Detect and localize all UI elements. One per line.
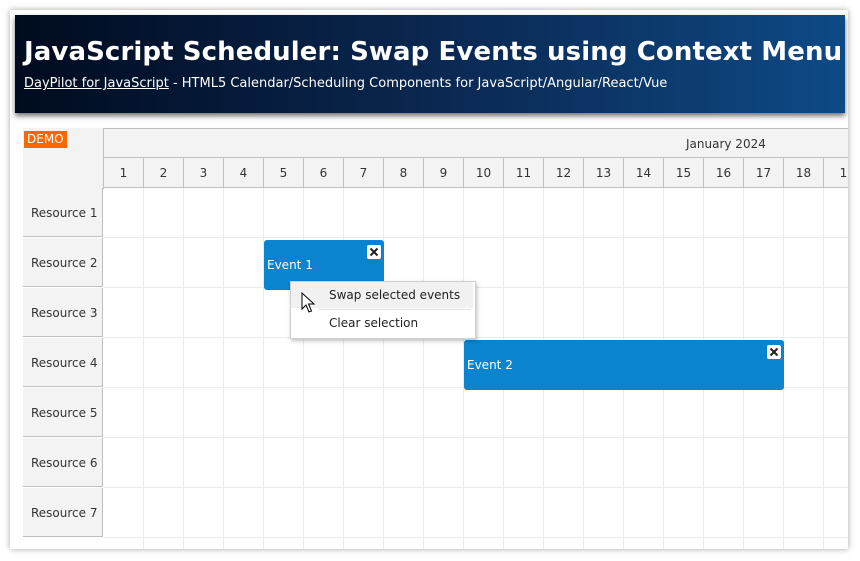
grid-column-line [823,188,824,549]
day-header-cell: 1 [824,158,848,187]
resource-row-header: Resource 7 [23,488,103,537]
resource-row-header: Resource 2 [23,238,103,287]
day-header-cell: 9 [424,158,464,187]
day-header-cell: 13 [584,158,624,187]
event-label: Event 1 [267,258,313,272]
app-frame: JavaScript Scheduler: Swap Events using … [10,10,848,549]
day-header-cell: 4 [224,158,264,187]
resource-row-header: Resource 4 [23,338,103,387]
time-header: January 2024 1 2 3 4 5 6 7 8 9 10 11 12 13 14 15 16 17 18… [104,128,848,188]
grid-column-line [423,188,424,549]
demo-badge: DEMO [24,131,67,148]
resource-row-header: Resource 1 [23,188,103,237]
grid-row-line [104,487,848,488]
event-2[interactable]: Event 2 [464,340,784,390]
grid-row-line [104,337,848,338]
day-header-cell: 16 [704,158,744,187]
day-header-cell: 5 [264,158,304,187]
event-label: Event 2 [467,358,513,372]
month-label: January 2024 [686,137,766,151]
day-header-cell: 2 [144,158,184,187]
grid-row-line [104,237,848,238]
resource-row-header: Resource 3 [23,288,103,337]
day-header-cell: 12 [544,158,584,187]
menu-item-clear-selection[interactable]: Clear selection [291,310,473,336]
resource-row-header: Resource 5 [23,388,103,437]
page-header: JavaScript Scheduler: Swap Events using … [15,15,845,113]
grid-row-line [104,437,848,438]
day-header-cell: 11 [504,158,544,187]
day-header-cell: 6 [304,158,344,187]
day-header-cell: 7 [344,158,384,187]
resource-row-header: Resource 6 [23,438,103,487]
day-header-cell: 14 [624,158,664,187]
grid-column-line [223,188,224,549]
grid-column-line [183,188,184,549]
close-icon[interactable] [767,345,781,359]
grid-column-line [143,188,144,549]
daypilot-link[interactable]: DayPilot for JavaScript [24,76,169,91]
day-header-cell: 8 [384,158,424,187]
day-header-cell: 17 [744,158,784,187]
page-subtitle: DayPilot for JavaScript - HTML5 Calendar… [24,76,667,91]
grid-row-line [104,537,848,538]
scheduler-corner: DEMO [23,128,104,189]
day-header-cell: 10 [464,158,504,187]
day-header-cell: 18 [784,158,824,187]
menu-item-swap-selected-events[interactable]: Swap selected events [291,282,473,308]
day-header-cell: 15 [664,158,704,187]
subtitle-text: - HTML5 Calendar/Scheduling Components f… [168,76,668,91]
mouse-pointer-icon [301,292,316,313]
month-header-row: January 2024 [104,128,848,158]
grid-row-line [104,287,848,288]
page-title: JavaScript Scheduler: Swap Events using … [24,37,843,67]
context-menu: Swap selected events Clear selection [290,281,476,339]
day-header-cell: 1 [104,158,144,187]
day-header-cell: 3 [184,158,224,187]
day-header-row: 1 2 3 4 5 6 7 8 9 10 11 12 13 14 15 16 17 18 1 [104,158,848,188]
close-icon[interactable] [367,245,381,259]
